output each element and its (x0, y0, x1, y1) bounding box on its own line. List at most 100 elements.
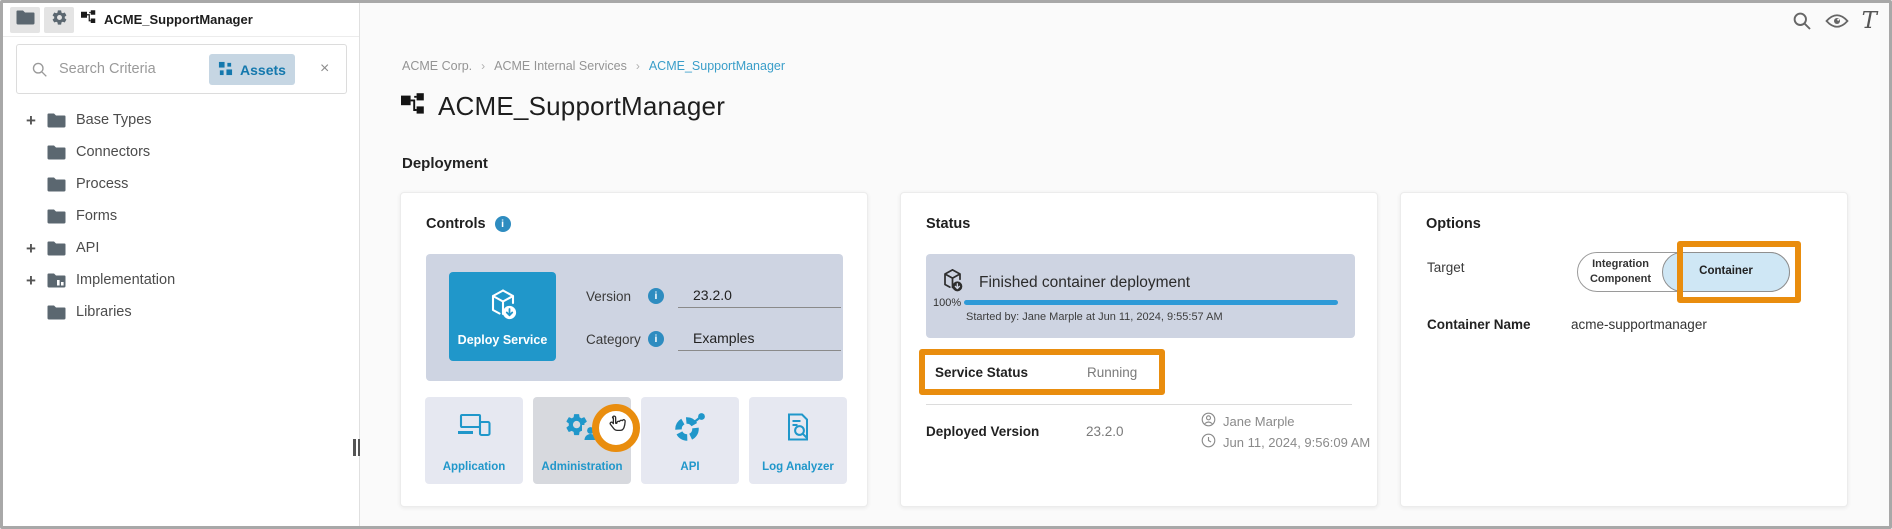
version-input[interactable] (678, 285, 841, 308)
deploy-button-label: Deploy Service (458, 333, 548, 347)
clock-icon (1201, 433, 1216, 451)
person-icon (1201, 412, 1216, 430)
search-input[interactable] (57, 57, 197, 81)
api-tile[interactable]: API (641, 397, 739, 484)
search-button[interactable] (1792, 11, 1812, 31)
breadcrumb-item[interactable]: ACME Internal Services (494, 59, 627, 73)
divider (926, 404, 1352, 405)
folder-icon (16, 10, 35, 30)
breadcrumb-separator-icon: › (636, 59, 640, 73)
folder-icon (47, 241, 66, 261)
click-indicator (592, 404, 640, 452)
tile-label: API (680, 461, 699, 473)
log-analyzer-icon (783, 412, 813, 445)
target-label: Target (1427, 260, 1465, 275)
package-status-icon (939, 267, 966, 298)
folder-icon (47, 209, 66, 229)
breadcrumb-current[interactable]: ACME_SupportManager (649, 59, 785, 73)
preview-eye-button[interactable] (1825, 13, 1849, 29)
status-heading: Status (926, 216, 970, 232)
tab-acme-supportmanager[interactable]: ACME_SupportManager (81, 3, 253, 36)
text-tool-button[interactable]: T (1862, 10, 1877, 32)
project-icon (401, 93, 425, 120)
tree-item-libraries[interactable]: Libraries (3, 297, 359, 329)
container-name-value: acme-supportmanager (1571, 317, 1707, 332)
asset-tree: + Base Types Connectors Process Forms + … (3, 105, 359, 329)
info-icon[interactable]: i (648, 288, 664, 304)
controls-card: Controls i Deploy Service Version (400, 192, 868, 507)
expand-icon[interactable]: + (23, 239, 39, 258)
expand-icon[interactable]: + (23, 111, 39, 130)
container-name-label: Container Name (1427, 317, 1531, 332)
tile-label: Log Analyzer (762, 461, 834, 473)
tree-item-label: Base Types (76, 112, 152, 128)
folder-icon (47, 305, 66, 325)
breadcrumb-item[interactable]: ACME Corp. (402, 59, 472, 73)
service-status-label: Service Status (935, 365, 1028, 380)
category-label: Category (586, 332, 648, 347)
breadcrumb-separator-icon: › (481, 59, 485, 73)
category-input[interactable] (678, 328, 841, 351)
tree-item-label: Process (76, 176, 128, 192)
top-right-actions: T (1792, 10, 1877, 32)
tile-label: Administration (541, 461, 622, 473)
service-status-value: Running (1087, 365, 1137, 380)
options-card: Options Target Integration Component Con… (1400, 192, 1848, 507)
deployed-at-row: Jun 11, 2024, 9:56:09 AM (1201, 433, 1370, 451)
tree-item-implementation[interactable]: + Implementation (3, 265, 359, 297)
folder-icon (47, 145, 66, 165)
tree-item-label: Libraries (76, 304, 132, 320)
tree-item-label: API (76, 240, 99, 256)
deployed-version-label: Deployed Version (926, 424, 1039, 439)
started-by-text: Started by: Jane Marple at Jun 11, 2024,… (966, 311, 1223, 323)
deployed-version-value: 23.2.0 (1086, 424, 1124, 439)
folder-icon (47, 177, 66, 197)
log-analyzer-tile[interactable]: Log Analyzer (749, 397, 847, 484)
tree-item-connectors[interactable]: Connectors (3, 137, 359, 169)
tile-label: Application (443, 461, 506, 473)
tree-item-forms[interactable]: Forms (3, 201, 359, 233)
explorer-button[interactable] (10, 7, 40, 33)
deploy-service-button[interactable]: Deploy Service (449, 272, 556, 361)
integration-component-button[interactable]: Integration Component (1578, 253, 1663, 291)
tree-item-api[interactable]: + API (3, 233, 359, 265)
sidebar-resize-handle[interactable] (353, 439, 362, 456)
application-tile[interactable]: Application (425, 397, 523, 484)
hand-cursor-icon (604, 413, 629, 443)
sidebar: ACME_SupportManager Assets × + Base Type… (3, 3, 360, 526)
container-button[interactable]: Container (1662, 252, 1790, 292)
application-icon (456, 412, 492, 443)
settings-button[interactable] (44, 7, 74, 33)
page-title: ACME_SupportManager (438, 91, 725, 122)
progress-percent: 100% (933, 297, 961, 309)
folder-icon (47, 113, 66, 133)
deployed-at-value: Jun 11, 2024, 9:56:09 AM (1223, 435, 1370, 450)
tree-item-label: Implementation (76, 272, 175, 288)
version-label: Version (586, 289, 648, 304)
search-box: Assets × (16, 44, 347, 94)
deployed-by-value: Jane Marple (1223, 414, 1295, 429)
sidebar-toolbar: ACME_SupportManager (3, 3, 359, 37)
progress-bar (964, 300, 1338, 305)
folder-chart-icon (47, 273, 66, 293)
tree-item-process[interactable]: Process (3, 169, 359, 201)
deployment-message: Finished container deployment (979, 274, 1190, 292)
tree-item-label: Connectors (76, 144, 150, 160)
expand-icon[interactable]: + (23, 271, 39, 290)
tree-item-base-types[interactable]: + Base Types (3, 105, 359, 137)
search-icon (31, 61, 48, 83)
project-icon (81, 10, 96, 29)
page-title-row: ACME_SupportManager (401, 91, 725, 122)
tree-item-label: Forms (76, 208, 117, 224)
assets-filter-button[interactable]: Assets (209, 54, 295, 85)
status-card: Status Finished container deployment 100… (900, 192, 1378, 507)
clear-search-icon[interactable]: × (320, 59, 329, 79)
assets-icon (218, 61, 233, 79)
info-icon[interactable]: i (648, 331, 664, 347)
target-toggle: Integration Component Container (1577, 252, 1790, 292)
options-heading: Options (1426, 216, 1481, 232)
info-icon[interactable]: i (495, 216, 511, 232)
status-panel: Finished container deployment 100% Start… (926, 254, 1355, 338)
breadcrumb: ACME Corp. › ACME Internal Services › AC… (402, 59, 785, 73)
app-window: ACME_SupportManager Assets × + Base Type… (0, 0, 1892, 529)
